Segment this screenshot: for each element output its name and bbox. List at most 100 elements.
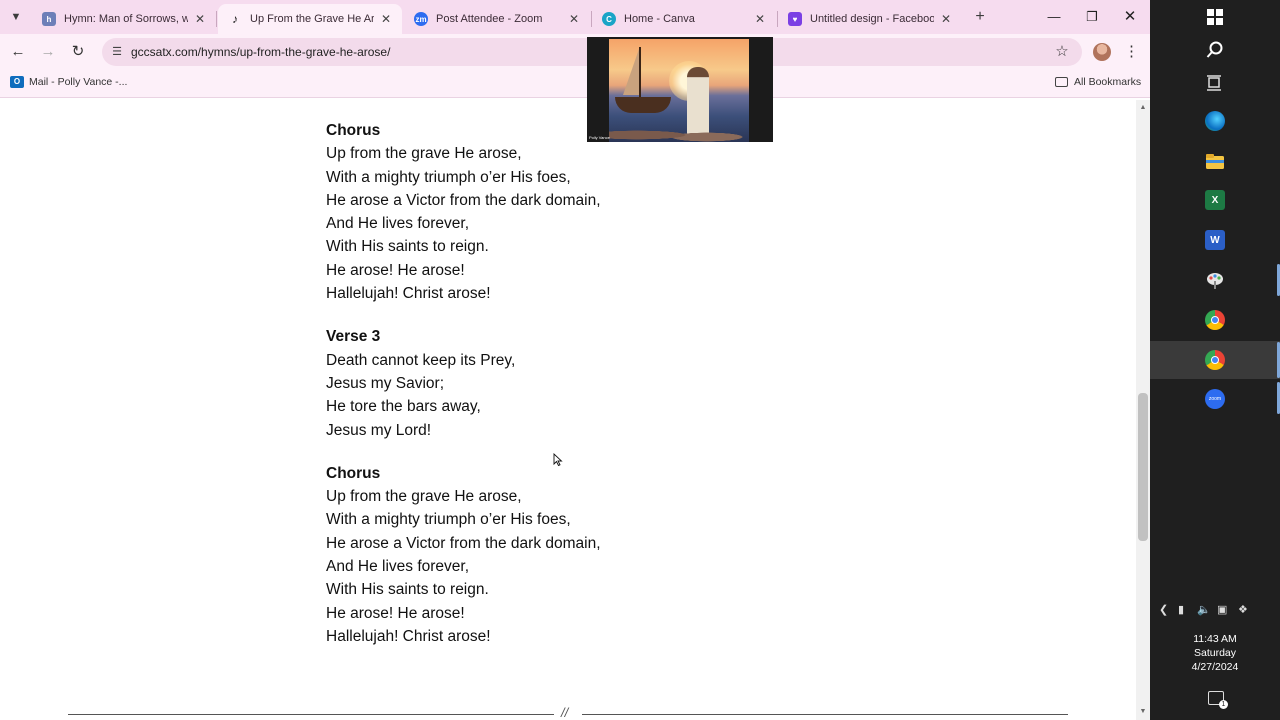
bookmark-mail[interactable]: O Mail - Polly Vance -... <box>10 76 127 88</box>
scroll-down-arrow-icon[interactable]: ▼ <box>1138 707 1148 717</box>
new-tab-button[interactable]: + <box>970 7 990 27</box>
bookmark-star-icon[interactable]: ☆ <box>1052 42 1072 60</box>
chevron-left-icon[interactable]: ❮ <box>1159 603 1168 616</box>
forward-button[interactable]: → <box>38 42 58 62</box>
network-icon[interactable]: ▣ <box>1217 603 1227 616</box>
participant-video <box>609 39 749 142</box>
minimize-button[interactable]: — <box>1042 6 1066 28</box>
tab-zoom[interactable]: zm Post Attendee - Zoom ✕ <box>404 4 590 34</box>
browser-toolbar: ← → ↻ ☰ gccsatx.com/hymns/up-from-the-gr… <box>0 34 1150 70</box>
section-heading: Verse 3 <box>326 328 381 346</box>
paint-icon[interactable] <box>1205 270 1225 290</box>
shore-rocks <box>609 125 749 142</box>
edge-icon[interactable] <box>1205 111 1225 131</box>
lyric-line: He arose a Victor from the dark domain, <box>326 191 601 209</box>
stanza-verse-3: Verse 3 Death cannot keep its Prey, Jesu… <box>326 325 601 441</box>
section-divider-left <box>68 714 554 715</box>
lyric-line: And He lives forever, <box>326 558 470 576</box>
profile-avatar[interactable] <box>1093 43 1111 61</box>
boat-sail <box>623 49 639 95</box>
tab-separator <box>216 11 217 27</box>
tab-title: Untitled design - Facebook P <box>810 13 934 25</box>
tab-title: Home - Canva <box>624 13 695 25</box>
tab-title: Hymn: Man of Sorrows, what <box>64 13 188 25</box>
tiktok-note-icon: ♪ <box>232 12 238 26</box>
participant-name: Polly Vance <box>589 135 610 140</box>
chrome-icon[interactable] <box>1205 310 1225 330</box>
boat <box>615 97 671 113</box>
browser-menu-button[interactable]: ⋮ <box>1124 42 1139 62</box>
lyric-line: Hallelujah! Christ arose! <box>326 627 491 645</box>
back-button[interactable]: ← <box>8 42 28 62</box>
reload-button[interactable]: ↻ <box>68 42 88 62</box>
notification-count: 1 <box>1219 700 1228 709</box>
file-explorer-icon[interactable] <box>1205 151 1225 171</box>
bookmark-label: Mail - Polly Vance -... <box>29 76 128 88</box>
tab-title: Post Attendee - Zoom <box>436 13 543 25</box>
lyric-line: Up from the grave He arose, <box>326 488 522 506</box>
tab-search-button[interactable]: ▼ <box>6 7 26 27</box>
lyric-line: Jesus my Savior; <box>326 374 445 392</box>
browser-window: ▼ h Hymn: Man of Sorrows, what ✕ ♪ Up Fr… <box>0 0 1150 720</box>
lyric-line: Hallelujah! Christ arose! <box>326 285 491 303</box>
lyric-line: With a mighty triumph o’er His foes, <box>326 168 571 186</box>
task-view-icon[interactable] <box>1205 73 1225 93</box>
stanza-chorus: Chorus Up from the grave He arose, With … <box>326 119 601 305</box>
tab-canva-design[interactable]: ♥ Untitled design - Facebook P ✕ <box>778 4 962 34</box>
volume-icon[interactable]: 🔈 <box>1197 603 1211 616</box>
battery-icon[interactable]: ▮ <box>1178 603 1184 616</box>
close-icon[interactable]: ✕ <box>192 11 208 27</box>
close-icon[interactable]: ✕ <box>378 11 394 27</box>
lyric-line: With a mighty triumph o’er His foes, <box>326 511 571 529</box>
restore-button[interactable]: ❐ <box>1080 6 1104 28</box>
canva-icon: C <box>602 12 616 26</box>
all-bookmarks-button[interactable]: All Bookmarks <box>1055 76 1141 88</box>
lyric-line: He arose a Victor from the dark domain, <box>326 534 601 552</box>
tab-strip: ▼ h Hymn: Man of Sorrows, what ✕ ♪ Up Fr… <box>0 0 1150 34</box>
mouse-cursor-icon <box>553 453 563 467</box>
lyric-line: And He lives forever, <box>326 215 470 233</box>
site-settings-icon[interactable]: ☰ <box>110 45 124 59</box>
close-icon[interactable]: ✕ <box>752 11 768 27</box>
lyric-line: He arose! He arose! <box>326 261 465 279</box>
lyric-line: Up from the grave He arose, <box>326 145 522 163</box>
chrome-profile-icon[interactable] <box>1205 350 1225 370</box>
windows-taskbar: X W zoom ❮ ▮ 🔈 ▣ ❖ 11:43 AM Saturday 4/2… <box>1150 0 1280 720</box>
clock-day[interactable]: Saturday <box>1150 647 1280 659</box>
start-icon[interactable] <box>1205 7 1225 27</box>
page-scrollbar[interactable]: ▲ ▼ <box>1136 100 1150 720</box>
boat-mast <box>639 47 641 99</box>
scroll-up-arrow-icon[interactable]: ▲ <box>1138 103 1148 113</box>
section-divider-right <box>582 714 1068 715</box>
lyric-line: He arose! He arose! <box>326 604 465 622</box>
lyric-line: With His saints to reign. <box>326 238 489 256</box>
tab-up-from-the-grave[interactable]: ♪ Up From the Grave He Arose ✕ <box>218 4 402 34</box>
tab-hymn-man-of-sorrows[interactable]: h Hymn: Man of Sorrows, what ✕ <box>32 4 216 34</box>
close-icon[interactable]: ✕ <box>566 11 582 27</box>
close-icon[interactable]: ✕ <box>938 11 954 27</box>
dropbox-icon[interactable]: ❖ <box>1238 603 1248 616</box>
scrollbar-thumb[interactable] <box>1138 393 1148 541</box>
clock-date[interactable]: 4/27/2024 <box>1150 661 1280 673</box>
divider-mark: // <box>561 705 569 720</box>
lyric-line: With His saints to reign. <box>326 581 489 599</box>
tab-canva-home[interactable]: C Home - Canva ✕ <box>592 4 776 34</box>
url-text[interactable]: gccsatx.com/hymns/up-from-the-grave-he-a… <box>131 45 390 59</box>
system-tray: ❮ ▮ 🔈 ▣ ❖ <box>1150 603 1280 621</box>
word-icon[interactable]: W <box>1205 230 1225 250</box>
tab-title: Up From the Grave He Arose <box>250 13 374 25</box>
zoom-video-window[interactable]: Polly Vance <box>587 37 773 142</box>
close-window-button[interactable]: ✕ <box>1118 6 1142 28</box>
excel-icon[interactable]: X <box>1205 190 1225 210</box>
zoom-icon[interactable]: zoom <box>1205 389 1225 409</box>
folder-icon <box>1055 77 1068 87</box>
bookmarks-bar: O Mail - Polly Vance -... All Bookmarks <box>0 70 1150 98</box>
canva-design-icon: ♥ <box>788 12 802 26</box>
outlook-icon: O <box>10 76 24 88</box>
hymn-lyrics: Chorus Up from the grave He arose, With … <box>326 119 601 668</box>
lyric-line: He tore the bars away, <box>326 398 481 416</box>
zoom-icon: zm <box>414 12 428 26</box>
clock-time[interactable]: 11:43 AM <box>1150 633 1280 645</box>
search-icon[interactable] <box>1205 40 1225 60</box>
notification-center-icon[interactable]: 1 <box>1208 691 1228 709</box>
